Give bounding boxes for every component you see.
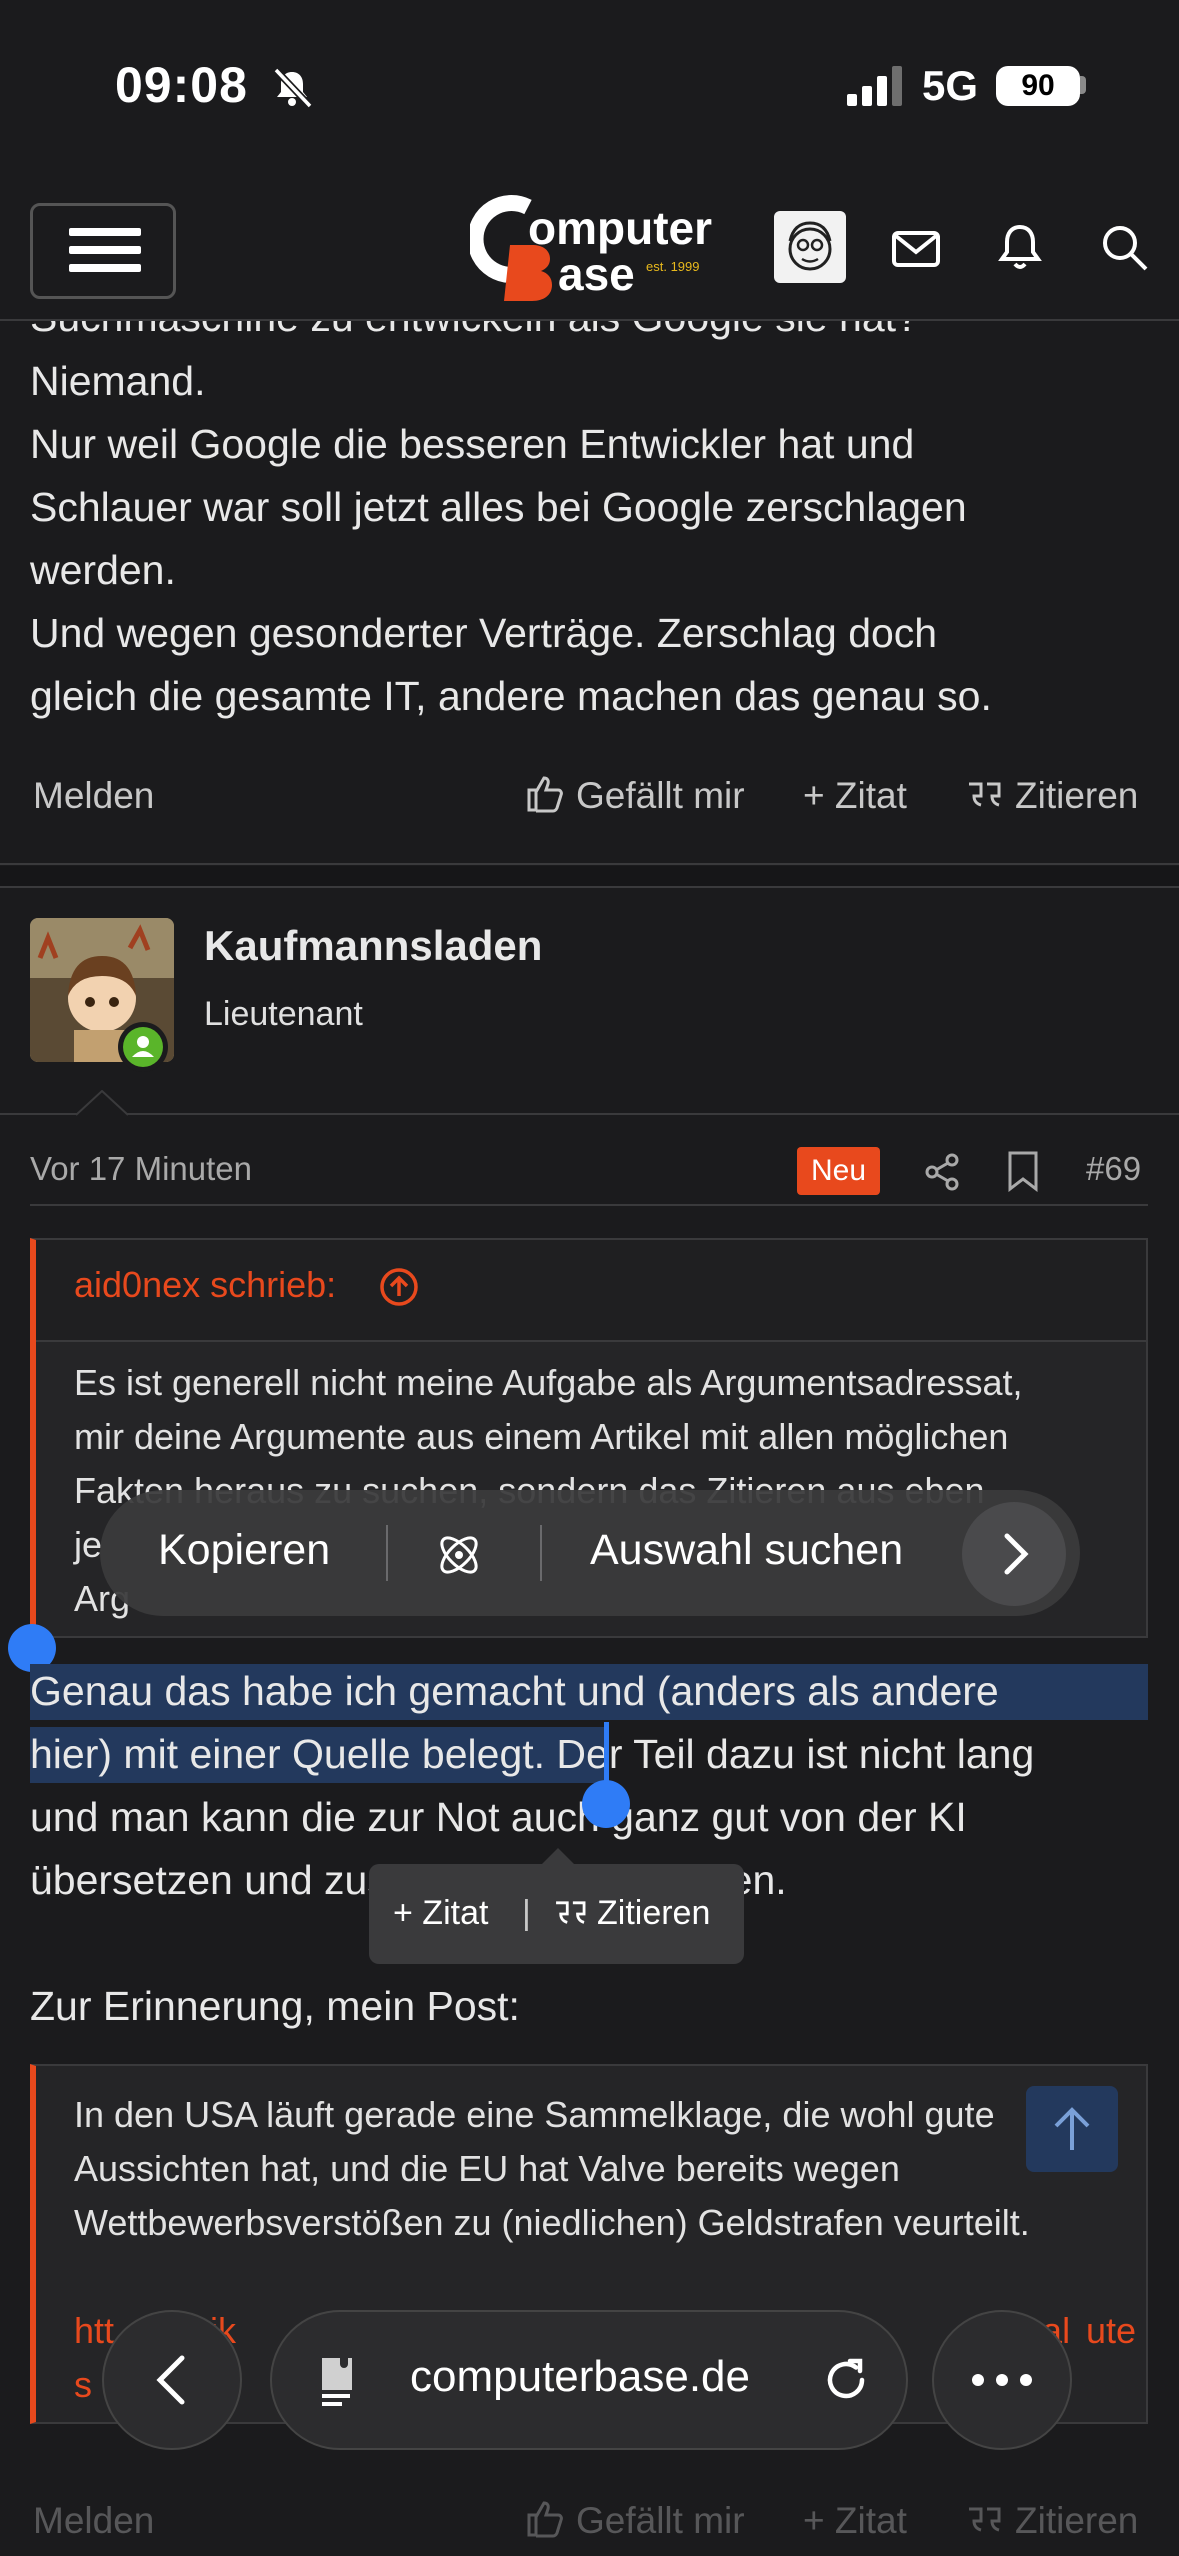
browser-more-button[interactable]	[932, 2310, 1072, 2450]
quote-line: Wettbewerbsverstößen zu (niedlichen) Gel…	[74, 2202, 1030, 2243]
more-options-button[interactable]	[962, 1502, 1066, 1606]
battery-tip	[1080, 76, 1086, 94]
add-quote-button[interactable]: + Zitat	[803, 2500, 907, 2542]
thumbs-up-icon	[527, 2501, 563, 2538]
reply-text-selected: hier) mit einer Quelle belegt.	[30, 1731, 546, 1777]
author-pointer	[76, 1090, 128, 1116]
post-separator	[0, 886, 1179, 888]
browser-back-button[interactable]	[102, 2310, 242, 2450]
logo-est: est. 1999	[646, 259, 700, 274]
quote-icon	[556, 1901, 586, 1924]
like-button[interactable]: Gefällt mir	[576, 775, 745, 817]
menu-button[interactable]	[30, 203, 176, 299]
post-date[interactable]: Vor 17 Minuten	[30, 1150, 252, 1188]
quote-button[interactable]: Zitieren	[1015, 775, 1138, 817]
post-separator	[0, 863, 1179, 865]
quote-button[interactable]: Zitieren	[1015, 2500, 1138, 2542]
popup-quote-button[interactable]: Zitieren	[597, 1894, 710, 1933]
author-rank: Lieutenant	[204, 995, 363, 1033]
arrow-up-icon	[1054, 2107, 1090, 2150]
menu-divider	[540, 1525, 542, 1581]
quote-icon	[969, 782, 1001, 807]
meta-separator	[30, 1204, 1148, 1206]
share-icon[interactable]	[922, 1152, 962, 1192]
url-text[interactable]: computerbase.de	[410, 2352, 750, 2402]
site-header: omputer ase est. 1999	[0, 175, 1179, 321]
quote-line: mir deine Argumente aus einem Artikel mi…	[74, 1416, 1009, 1457]
selection-end-handle[interactable]	[582, 1780, 630, 1828]
popup-divider: |	[522, 1894, 531, 1932]
author-separator	[0, 1113, 1179, 1115]
new-badge: Neu	[797, 1147, 880, 1195]
quote-line: je	[74, 1524, 103, 1565]
online-status-badge	[118, 1022, 168, 1072]
report-link[interactable]: Melden	[33, 2500, 154, 2542]
quote-link[interactable]: s	[74, 2358, 92, 2412]
like-button[interactable]: Gefällt mir	[576, 2500, 745, 2542]
prev-post-line: Nur weil Google die besseren Entwickler …	[30, 421, 915, 467]
quote-header: aid0nex schrieb:	[36, 1240, 1146, 1342]
browser-address-bar[interactable]: computerbase.de	[270, 2310, 908, 2450]
writing-tools-icon[interactable]	[432, 1528, 486, 1582]
search-icon[interactable]	[1096, 219, 1152, 275]
post-number[interactable]: #69	[1086, 1150, 1141, 1188]
popup-add-quote-button[interactable]: + Zitat	[393, 1894, 488, 1933]
scroll-to-top-button[interactable]	[1026, 2086, 1118, 2172]
status-time: 09:08	[115, 57, 248, 113]
text-selection-menu: Kopieren Auswahl suchen	[100, 1490, 1080, 1616]
menu-divider	[386, 1525, 388, 1581]
copy-menu-item[interactable]: Kopieren	[158, 1526, 330, 1575]
prev-post-line: Niemand.	[30, 358, 206, 404]
prev-post-line: werden.	[30, 547, 176, 593]
battery-indicator: 90	[996, 66, 1080, 106]
reply-line: hier) mit einer Quelle belegt. Der Teil …	[30, 1723, 1034, 1786]
reply-text: Der Teil dazu ist nicht lang	[545, 1731, 1035, 1777]
prev-post-line: Schlauer war soll jetzt alles bei Google…	[30, 484, 967, 530]
reminder-text: Zur Erinnerung, mein Post:	[30, 1983, 520, 2029]
quote-link[interactable]: ute	[1086, 2304, 1136, 2358]
post-gap	[0, 866, 1179, 886]
bell-muted-icon	[273, 67, 313, 109]
prev-post-line: Und wegen gesonderter Verträge. Zerschla…	[30, 610, 938, 656]
computerbase-logo[interactable]: omputer ase est. 1999	[467, 193, 712, 303]
logo-text-2: ase	[558, 248, 635, 300]
search-selection-menu-item[interactable]: Auswahl suchen	[590, 1526, 903, 1575]
quote-line: In den USA läuft gerade eine Sammelklage…	[74, 2094, 995, 2135]
quote-author[interactable]: aid0nex schrieb:	[74, 1264, 336, 1306]
page-menu-icon[interactable]	[314, 2350, 374, 2410]
user-avatar[interactable]	[774, 211, 846, 283]
network-type: 5G	[922, 62, 979, 109]
mail-icon[interactable]	[888, 221, 944, 277]
thumbs-up-icon	[527, 776, 563, 813]
online-user-icon	[123, 1027, 163, 1067]
chevron-left-icon	[156, 2355, 185, 2405]
arrow-up-circle-icon[interactable]	[378, 1266, 420, 1308]
prev-post-line: gleich die gesamte IT, andere machen das…	[30, 673, 992, 719]
chevron-right-icon	[1004, 1533, 1029, 1575]
author-name[interactable]: Kaufmannsladen	[204, 922, 542, 970]
quote-selection-popup: + Zitat | Zitieren	[369, 1864, 744, 1964]
reload-icon[interactable]	[818, 2352, 874, 2408]
add-quote-button[interactable]: + Zitat	[803, 775, 907, 817]
reply-text-selected: Genau das habe ich gemacht und (anders a…	[30, 1668, 999, 1714]
notifications-bell-icon[interactable]	[992, 219, 1048, 275]
report-link[interactable]: Melden	[33, 775, 154, 817]
signal-icon	[847, 66, 902, 106]
more-dots-icon	[972, 2374, 1032, 2386]
quote-line: Es ist generell nicht meine Aufgabe als …	[74, 1362, 1023, 1403]
bookmark-icon[interactable]	[1006, 1150, 1040, 1192]
quote-line: Aussichten hat, und die EU hat Valve ber…	[74, 2148, 900, 2189]
quote-icon	[969, 2507, 1001, 2532]
avatar-face-icon	[788, 221, 832, 271]
